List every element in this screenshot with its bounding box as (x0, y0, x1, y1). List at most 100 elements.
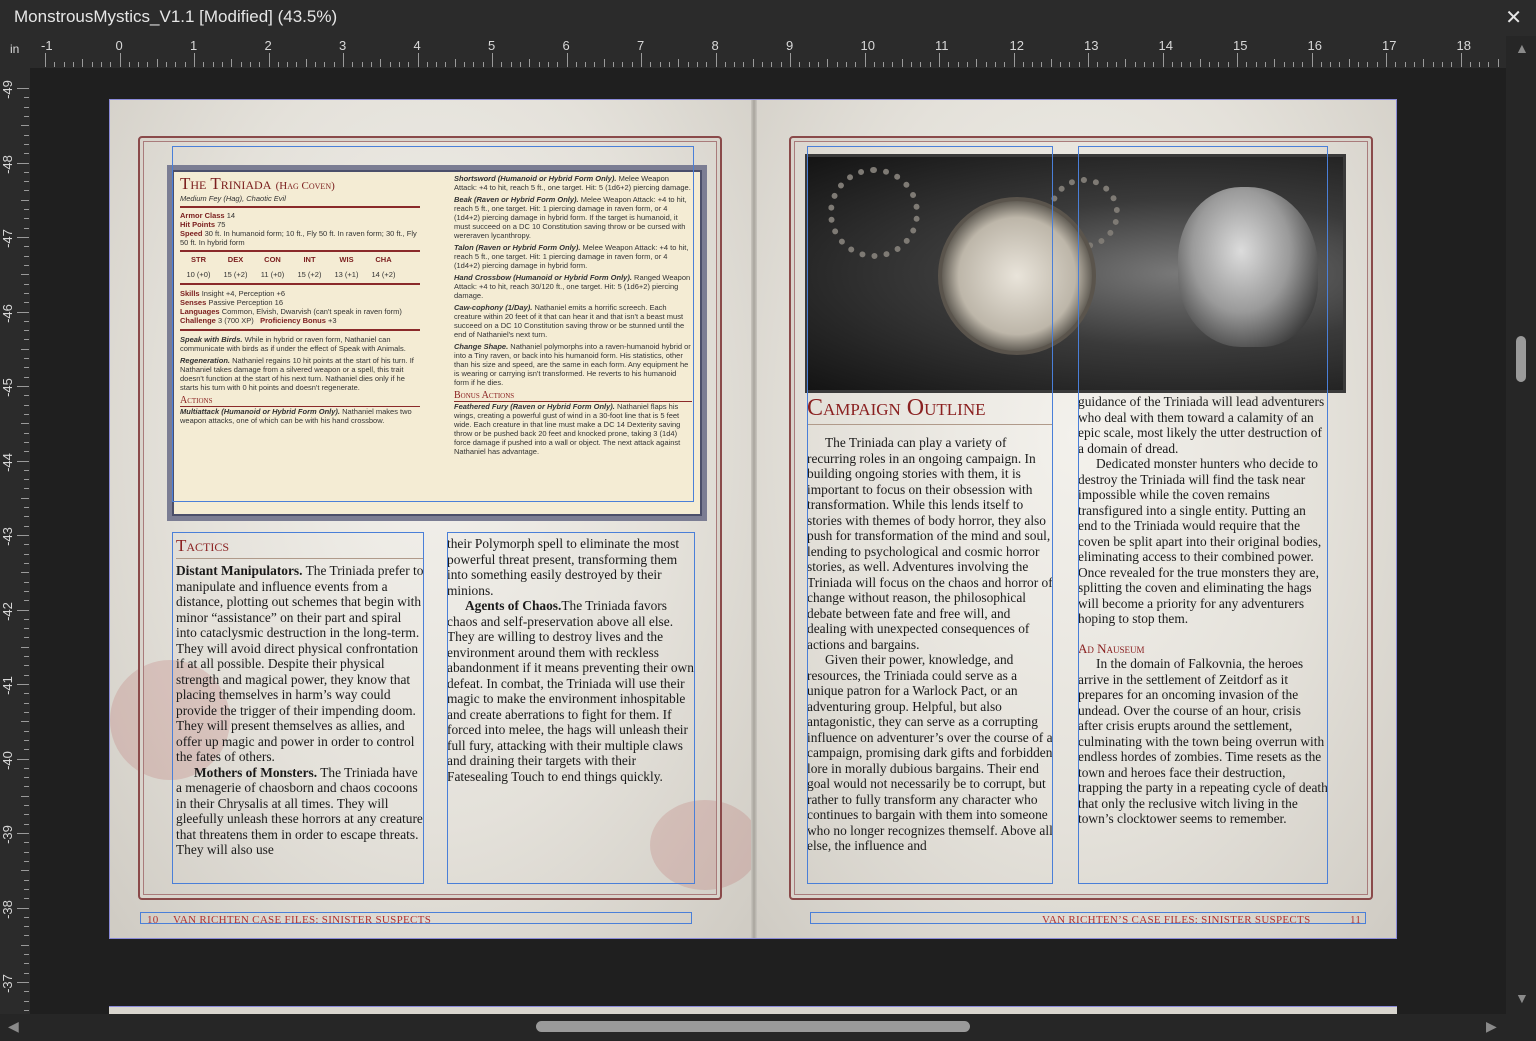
ac-value: 14 (226, 211, 236, 220)
ruler-label: 18 (1456, 38, 1471, 53)
ruler-tick (17, 386, 29, 387)
ruler-tick (147, 62, 149, 67)
horizontal-ruler[interactable]: -1 0 1 2 3 4 5 6 7 8 9 10 11 12 13 14 15 16 17 18 (30, 36, 1506, 69)
ruler-tick (994, 62, 996, 67)
ruler-tick (119, 53, 121, 67)
ruler-tick (948, 62, 950, 67)
ruler-tick (24, 106, 29, 108)
ruler-tick (1190, 62, 1192, 67)
ruler-tick (24, 209, 29, 211)
scroll-up-icon[interactable]: ▲ (1515, 40, 1529, 56)
ruler-tick (21, 348, 29, 350)
ruler-tick (21, 572, 29, 574)
ruler-tick (17, 162, 29, 164)
ruler-tick (492, 53, 493, 67)
ruler-tick (1115, 62, 1117, 67)
ruler-tick (1246, 62, 1248, 67)
ruler-tick (1311, 53, 1313, 67)
ruler-label: -38 (0, 899, 15, 919)
ac-label: Armor Class (180, 211, 225, 220)
ruler-tick (305, 59, 307, 67)
ruler-label: 14 (1158, 38, 1173, 53)
ruler-unit: in (10, 42, 20, 56)
ruler-tick (17, 833, 29, 834)
page-fold (751, 100, 757, 938)
ruler-tick (24, 898, 29, 900)
ruler-tick (24, 581, 29, 583)
ruler-tick (1488, 62, 1490, 67)
statblock[interactable]: The Triniada (Hag Coven) Medium Fey (Hag… (172, 170, 702, 516)
ruler-tick (24, 255, 29, 257)
ruler-tick (249, 62, 251, 67)
paragraph: In the domain of Falkovnia, the heroes a… (1078, 656, 1328, 826)
senses-value: Passive Perception 16 (208, 298, 284, 307)
ruler-tick (24, 637, 29, 639)
ruler-tick (24, 264, 29, 266)
ruler-tick (1274, 59, 1276, 67)
ruler-tick (21, 795, 29, 797)
ad-nauseum-heading: Ad Nauseum (1078, 640, 1145, 656)
ruler-tick (24, 302, 29, 304)
ruler-label: 11 (935, 38, 949, 53)
ruler-label: 7 (637, 38, 645, 53)
scroll-down-icon[interactable]: ▼ (1515, 990, 1529, 1006)
ruler-tick (24, 358, 29, 360)
ruler-label: 17 (1382, 38, 1397, 53)
ruler-tick (24, 600, 29, 602)
ruler-tick (408, 62, 410, 67)
traits-list: Speak with Birds. While in hybrid or rav… (180, 335, 420, 392)
ruler-tick (54, 62, 56, 67)
campaign-column-2[interactable]: guidance of the Triniada will lead adven… (1078, 394, 1328, 886)
ruler-tick (780, 62, 782, 67)
ruler-tick (482, 62, 484, 67)
ruler-tick (892, 62, 894, 67)
challenge-value: 3 (700 XP) (217, 316, 254, 325)
statblock-title: The Triniada (180, 174, 272, 193)
footer-right: VAN RICHTEN’S CASE FILES: SINISTER SUSPE… (1042, 914, 1311, 926)
clock-skull-image[interactable] (805, 154, 1346, 393)
tactics-column-1[interactable]: Tactics Distant Manipulators. The Trinia… (176, 536, 424, 884)
ruler-tick (445, 62, 447, 67)
paragraph: Dedicated monster hunters who decide to … (1078, 456, 1322, 626)
ruler-tick (920, 62, 922, 67)
horizontal-scrollbar[interactable]: ◀ ▶ (0, 1014, 1506, 1041)
ruler-tick (510, 62, 512, 67)
ruler-tick (929, 62, 931, 67)
ruler-tick (436, 62, 438, 67)
campaign-column-1[interactable]: Campaign Outline The Triniada can play a… (807, 394, 1053, 886)
paragraph: their Polymorph spell to eliminate the m… (447, 536, 680, 598)
vertical-scrollbar[interactable]: ▲ ▼ (1506, 36, 1536, 1014)
ruler-tick (24, 730, 29, 732)
ruler-tick (547, 62, 549, 67)
document-canvas[interactable]: The Triniada (Hag Coven) Medium Fey (Hag… (30, 68, 1506, 1014)
statblock-entry: Talon (Raven or Hybrid Form Only). Melee… (454, 243, 689, 270)
ruler-tick (1106, 62, 1108, 67)
proficiency-label: Proficiency Bonus (260, 316, 326, 325)
ruler-tick (901, 59, 903, 67)
ruler-tick (24, 441, 29, 443)
ruler-tick (21, 274, 29, 276)
scroll-right-icon[interactable]: ▶ (1486, 1018, 1497, 1035)
close-icon[interactable]: ✕ (1505, 5, 1522, 30)
ruler-label: -45 (0, 378, 15, 397)
vertical-ruler[interactable]: -49 -48 -47 -46 -45 -44 -43 -42 -41 -40 -39 -38 -37 (0, 68, 31, 1014)
ruler-tick (659, 62, 661, 67)
ruler-tick (24, 786, 29, 788)
tactics-column-2[interactable]: their Polymorph spell to eliminate the m… (447, 536, 695, 884)
paragraph: Given their power, knowledge, and resour… (807, 652, 1053, 853)
ruler-tick (1255, 62, 1257, 67)
horizontal-scroll-thumb[interactable] (536, 1021, 970, 1032)
ruler-tick (771, 62, 773, 67)
ruler-tick (17, 460, 29, 462)
ruler-tick (631, 62, 633, 67)
ruler-tick (24, 320, 29, 322)
campaign-outline-heading: Campaign Outline (807, 395, 986, 421)
scroll-left-icon[interactable]: ◀ (8, 1018, 19, 1035)
ruler-tick (24, 851, 29, 853)
ruler-tick (1078, 62, 1080, 67)
ruler-label: -42 (0, 601, 15, 621)
ruler-tick (221, 62, 223, 67)
vertical-scroll-thumb[interactable] (1516, 336, 1526, 382)
ruler-tick (21, 721, 29, 723)
ruler-tick (17, 609, 29, 611)
